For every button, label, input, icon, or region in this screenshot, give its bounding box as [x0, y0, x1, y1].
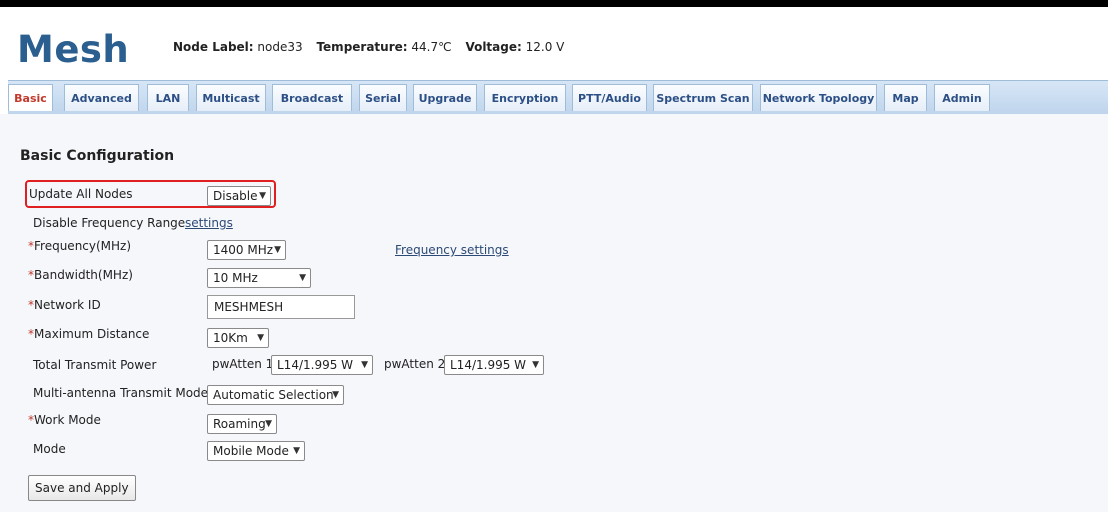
chevron-down-icon: ▼ [361, 360, 368, 370]
mode-select[interactable]: Mobile Mode ▼ [207, 441, 305, 461]
multi-antenna-mode-select[interactable]: Automatic Selection ▼ [207, 385, 344, 405]
status-line: Node Label: node33 Temperature: 44.7℃ Vo… [173, 40, 564, 54]
voltage-key: Voltage: [465, 40, 522, 54]
tab-broadcast[interactable]: Broadcast [272, 84, 352, 111]
chevron-down-icon: ▼ [257, 333, 264, 343]
tab-lan[interactable]: LAN [147, 84, 189, 111]
tab-spectrum-scan[interactable]: Spectrum Scan [653, 84, 753, 111]
tab-multicast[interactable]: Multicast [196, 84, 266, 111]
tab-upgrade[interactable]: Upgrade [413, 84, 477, 111]
select-value: 10 MHz [213, 271, 258, 285]
update-all-nodes-select[interactable]: Disable ▼ [207, 186, 271, 206]
section-title: Basic Configuration [20, 148, 175, 164]
pwatten-1-label: pwAtten 1 [212, 357, 274, 371]
select-value: 10Km [213, 331, 248, 345]
pwatten-2-label: pwAtten 2 [384, 357, 446, 371]
chevron-down-icon: ▼ [299, 273, 306, 283]
tab-basic[interactable]: Basic [8, 84, 53, 111]
tab-admin[interactable]: Admin [934, 84, 990, 111]
network-id-input[interactable]: MESHMESH [207, 295, 355, 319]
chevron-down-icon: ▼ [293, 446, 300, 456]
frequency-label-text: Frequency(MHz) [34, 239, 132, 253]
select-value: Mobile Mode [213, 444, 289, 458]
bandwidth-label: *Bandwidth(MHz) [28, 268, 133, 282]
select-value: Roaming [213, 417, 266, 431]
frequency-settings-link[interactable]: Frequency settings [395, 243, 509, 257]
update-all-nodes-label: Update All Nodes [29, 187, 133, 201]
select-value: 1400 MHz [213, 243, 274, 257]
work-mode-label: *Work Mode [28, 413, 101, 427]
pwatten-1-select[interactable]: L14/1.995 W ▼ [271, 355, 373, 375]
work-mode-select[interactable]: Roaming ▼ [207, 414, 277, 434]
top-border [0, 0, 1108, 7]
maximum-distance-select[interactable]: 10Km ▼ [207, 328, 269, 348]
chevron-down-icon: ▼ [274, 245, 281, 255]
tab-ptt-audio[interactable]: PTT/Audio [572, 84, 647, 111]
network-id-label-text: Network ID [34, 298, 101, 312]
frequency-range-settings-link[interactable]: settings [185, 216, 233, 230]
node-label-value: node33 [257, 40, 303, 54]
frequency-label: *Frequency(MHz) [28, 239, 131, 253]
maximum-distance-label: *Maximum Distance [28, 327, 149, 341]
frequency-select[interactable]: 1400 MHz ▼ [207, 240, 286, 260]
voltage-value: 12.0 V [525, 40, 565, 54]
tab-serial[interactable]: Serial [359, 84, 407, 111]
main-panel [0, 114, 1108, 512]
tab-map[interactable]: Map [884, 84, 927, 111]
temperature-key: Temperature: [316, 40, 408, 54]
mesh-logo: Mesh [17, 28, 130, 71]
tab-bar: Basic Advanced LAN Multicast Broadcast S… [8, 80, 1108, 116]
maximum-distance-label-text: Maximum Distance [34, 327, 150, 341]
mode-label: Mode [33, 442, 66, 456]
select-value: Automatic Selection [213, 388, 334, 402]
tab-network-topology[interactable]: Network Topology [760, 84, 877, 111]
save-and-apply-button[interactable]: Save and Apply [28, 475, 136, 501]
select-value: L14/1.995 W [277, 358, 354, 372]
bandwidth-label-text: Bandwidth(MHz) [34, 268, 133, 282]
disable-frequency-range-label: Disable Frequency Range [33, 216, 186, 230]
select-value: L14/1.995 W [450, 358, 527, 372]
tab-encryption[interactable]: Encryption [484, 84, 566, 111]
node-label-key: Node Label: [173, 40, 254, 54]
chevron-down-icon: ▼ [332, 390, 339, 400]
chevron-down-icon: ▼ [265, 419, 272, 429]
pwatten-2-select[interactable]: L14/1.995 W ▼ [444, 355, 544, 375]
chevron-down-icon: ▼ [532, 360, 539, 370]
temperature-value: 44.7℃ [411, 40, 452, 54]
select-value: Disable [213, 189, 258, 203]
network-id-label: *Network ID [28, 298, 101, 312]
chevron-down-icon: ▼ [259, 191, 266, 201]
tab-advanced[interactable]: Advanced [64, 84, 139, 111]
bandwidth-select[interactable]: 10 MHz ▼ [207, 268, 311, 288]
total-transmit-power-label: Total Transmit Power [33, 358, 157, 372]
work-mode-label-text: Work Mode [34, 413, 101, 427]
multi-antenna-mode-label: Multi-antenna Transmit Mode [33, 386, 209, 400]
